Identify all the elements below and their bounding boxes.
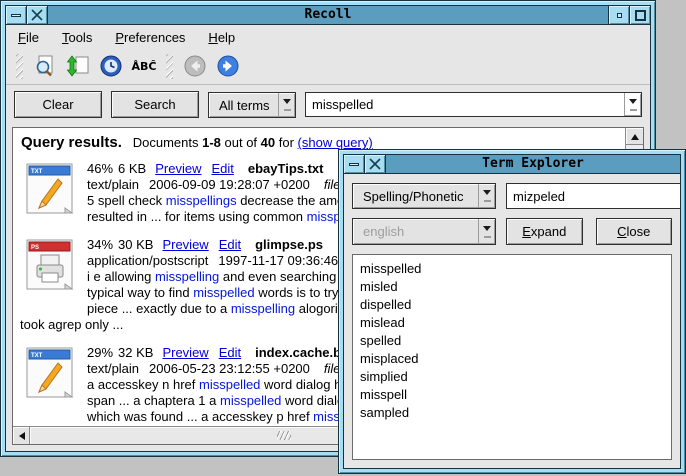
chevron-down-icon xyxy=(283,99,291,108)
relevance-score: 29% xyxy=(87,345,113,360)
preview-doc-icon[interactable] xyxy=(32,53,58,79)
txt-file-icon: TXT xyxy=(25,163,75,225)
slider-grip-icon xyxy=(277,431,291,440)
results-title: Query results. xyxy=(21,134,122,151)
query-input[interactable] xyxy=(306,93,624,116)
chevron-down-icon xyxy=(483,226,491,235)
scroll-up-button[interactable] xyxy=(626,128,643,145)
language-value: english xyxy=(353,219,478,244)
match-mode-value: All terms xyxy=(209,93,278,117)
file-date: 2006-05-23 23:12:55 +0200 xyxy=(149,361,310,376)
triangle-up-icon xyxy=(631,130,639,140)
preview-link[interactable]: Preview xyxy=(162,237,208,252)
minimize-button[interactable] xyxy=(6,6,27,24)
preview-link[interactable]: Preview xyxy=(162,345,208,360)
term-list-item[interactable]: spelled xyxy=(353,332,671,350)
chevron-down-icon xyxy=(483,190,491,199)
term-list-item[interactable]: misled xyxy=(353,278,671,296)
minimize-icon xyxy=(349,163,359,166)
svg-text:PS: PS xyxy=(31,245,39,251)
toolbar: ÅBĈ xyxy=(6,49,650,85)
expansion-mode-value: Spelling/Phonetic xyxy=(353,184,478,208)
txt-file-icon: TXT xyxy=(25,347,75,425)
query-combo xyxy=(305,92,642,117)
query-history-button[interactable] xyxy=(624,93,641,116)
term-explorer-icon[interactable]: ÅBĈ xyxy=(131,53,157,79)
clear-button[interactable]: Clear xyxy=(14,91,102,118)
dialog-title: Term Explorer xyxy=(386,155,680,173)
spell-icon-label: ÅBĈ xyxy=(132,60,157,73)
edit-link[interactable]: Edit xyxy=(219,345,241,360)
term-explorer-window: Term Explorer Spelling/Phonetic english … xyxy=(338,149,686,474)
edit-link[interactable]: Edit xyxy=(219,237,241,252)
close-icon xyxy=(369,158,381,170)
results-range: 1-8 xyxy=(202,135,221,150)
term-list-item[interactable]: misspelled xyxy=(353,260,671,278)
svg-text:TXT: TXT xyxy=(31,353,43,359)
iconify-button[interactable] xyxy=(608,6,629,24)
menu-preferences[interactable]: Preferences xyxy=(113,29,187,46)
ps-file-icon: PS xyxy=(25,239,75,317)
dialog-minimize-button[interactable] xyxy=(344,155,365,173)
match-mode-combo[interactable]: All terms xyxy=(208,92,296,118)
recoll-titlebar[interactable]: Recoll xyxy=(6,6,650,25)
sort-docs-icon[interactable] xyxy=(65,53,91,79)
file-size: 30 KB xyxy=(118,237,153,252)
triangle-left-icon xyxy=(15,432,25,440)
scroll-left-button[interactable] xyxy=(13,427,30,444)
minimize-icon xyxy=(11,14,21,17)
svg-text:TXT: TXT xyxy=(31,169,43,175)
close-dialog-button[interactable]: Close xyxy=(596,218,673,245)
result-filename: ebayTips.txt xyxy=(248,161,324,176)
menubar: File Tools Preferences Help xyxy=(6,25,650,49)
menu-help[interactable]: Help xyxy=(206,29,237,46)
preview-link[interactable]: Preview xyxy=(155,161,201,176)
term-list-item[interactable]: misplaced xyxy=(353,350,671,368)
dialog-close-button[interactable] xyxy=(365,155,386,173)
forward-icon[interactable] xyxy=(215,53,241,79)
edit-link[interactable]: Edit xyxy=(211,161,233,176)
back-icon[interactable] xyxy=(182,53,208,79)
term-list-item[interactable]: dispelled xyxy=(353,296,671,314)
term-list-item[interactable]: simplied xyxy=(353,368,671,386)
expand-button[interactable]: Expand xyxy=(506,218,583,245)
maximize-button[interactable] xyxy=(629,6,650,24)
relevance-score: 46% xyxy=(87,161,113,176)
mime-type: text/plain xyxy=(87,177,139,192)
term-list-item[interactable]: misspell xyxy=(353,386,671,404)
window-title: Recoll xyxy=(48,6,608,24)
maximize-icon xyxy=(635,10,646,21)
language-combo[interactable]: english xyxy=(352,218,496,245)
menu-file[interactable]: File xyxy=(16,29,41,46)
term-input[interactable] xyxy=(506,183,681,209)
mime-type: text/plain xyxy=(87,361,139,376)
file-size: 6 KB xyxy=(118,161,146,176)
show-query-link[interactable]: (show query) xyxy=(298,135,373,150)
close-button[interactable] xyxy=(27,6,48,24)
sort-by-date-icon[interactable] xyxy=(98,53,124,79)
search-bar: Clear Search All terms xyxy=(6,85,650,125)
expansion-mode-combo[interactable]: Spelling/Phonetic xyxy=(352,183,496,209)
results-total: 40 xyxy=(261,135,275,150)
search-button[interactable]: Search xyxy=(111,91,199,118)
term-list: misspelledmisleddispelledmisleadspelledm… xyxy=(352,254,672,460)
chevron-down-icon xyxy=(629,99,637,108)
term-list-item[interactable]: mislead xyxy=(353,314,671,332)
toolbar-handle[interactable] xyxy=(16,54,23,79)
file-date: 2006-09-09 19:28:07 +0200 xyxy=(149,177,310,192)
file-size: 32 KB xyxy=(118,345,153,360)
term-explorer-titlebar[interactable]: Term Explorer xyxy=(344,155,680,174)
menu-tools[interactable]: Tools xyxy=(60,29,94,46)
toolbar-handle-2[interactable] xyxy=(166,54,173,79)
result-filename: glimpse.ps xyxy=(255,237,323,252)
iconify-icon xyxy=(617,13,622,18)
relevance-score: 34% xyxy=(87,237,113,252)
term-list-item[interactable]: sampled xyxy=(353,404,671,422)
close-icon xyxy=(31,9,43,21)
mime-type: application/postscript xyxy=(87,253,208,268)
